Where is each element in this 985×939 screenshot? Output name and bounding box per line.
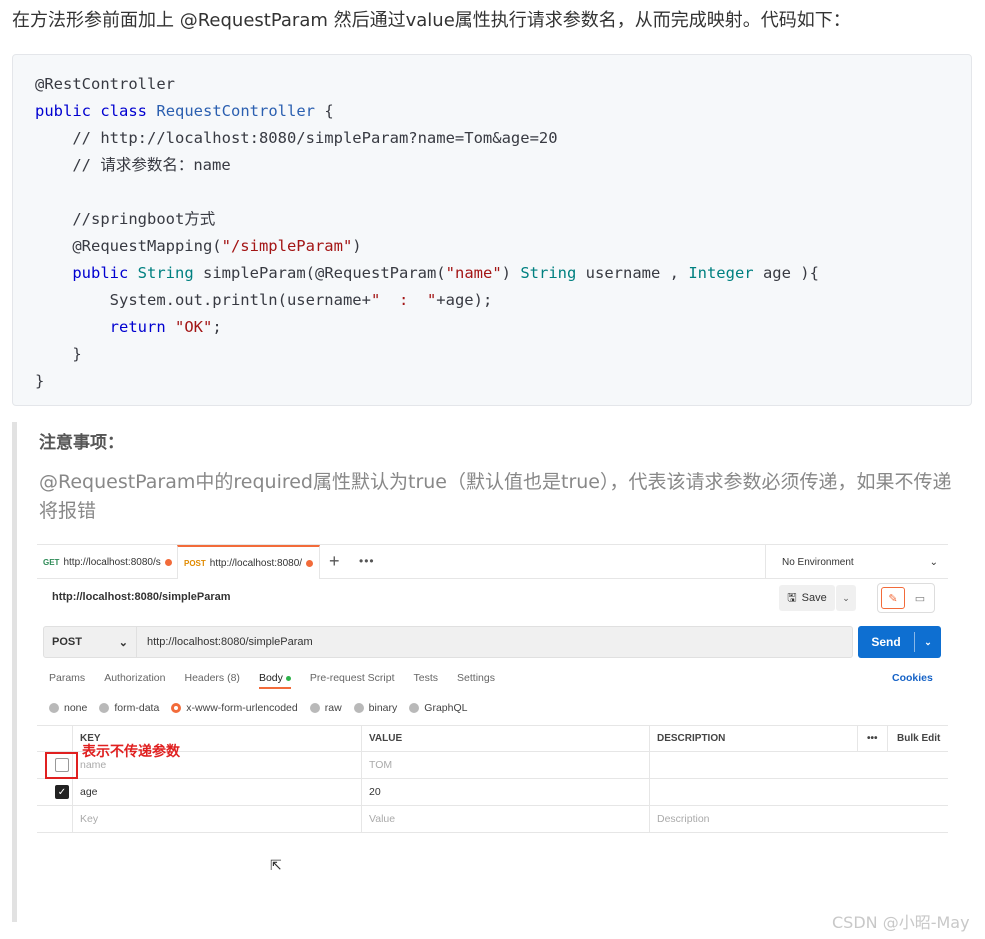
radio-circle-icon [409,703,420,713]
request-tab-bar: GET http://localhost:8080/s POST http://… [37,545,948,579]
new-description-input[interactable]: Description [649,806,710,832]
radio-raw[interactable]: raw [309,702,342,714]
column-description: DESCRIPTION [657,733,726,744]
code-line: @RequestMapping("/simpleParam") [35,237,362,255]
code-line: public String simpleParam(@RequestParam(… [72,264,819,282]
send-button[interactable]: Send ⌄ [858,626,941,658]
unsaved-dot-icon [164,558,172,566]
cookies-link[interactable]: Cookies [892,672,933,684]
request-title: http://localhost:8080/simpleParam [52,591,231,603]
method-select[interactable]: POST ⌄ [43,626,137,658]
chevron-down-icon: ⌄ [929,556,938,568]
bulk-edit-button[interactable]: Bulk Edit [889,726,940,751]
pencil-icon[interactable]: ✎ [881,587,905,609]
table-row: ✓ age 20 [37,779,948,806]
comment-icon[interactable]: ▭ [909,587,931,609]
radio-graphql[interactable]: GraphQL [409,702,467,714]
new-key-input[interactable]: Key [72,806,98,832]
url-input[interactable]: http://localhost:8080/simpleParam [137,626,853,658]
save-dropdown-chevron-icon[interactable]: ⌄ [836,585,856,611]
code-line: @RestController [35,75,175,93]
new-value-input[interactable]: Value [361,806,395,832]
column-value: VALUE [369,733,403,744]
chevron-down-icon: ⌄ [118,636,128,649]
tab-headers[interactable]: Headers (8) [184,672,239,684]
tab-more-icon[interactable]: ••• [359,554,375,568]
table-row-new: Key Value Description [37,806,948,833]
new-tab-plus-icon[interactable]: + [329,551,340,572]
column-more-icon[interactable]: ••• [859,726,878,751]
intro-text: 在方法形参前面加上 @RequestParam 然后通过value属性执行请求参… [12,10,851,31]
radio-circle-icon [49,703,59,713]
code-line: return "OK"; [35,318,222,336]
body-type-radios: none form-data x-www-form-urlencoded raw… [49,702,479,714]
highlight-box [45,752,78,779]
view-toggle: ✎ ▭ [877,583,935,613]
radio-none[interactable]: none [49,702,87,714]
code-comment: //springboot方式 [35,210,216,228]
save-button[interactable]: 🖫 Save [779,585,835,611]
tab-tests[interactable]: Tests [414,672,439,684]
tab-settings[interactable]: Settings [457,672,495,684]
note-title: 注意事项： [39,433,124,453]
code-line: } [35,345,82,363]
environment-select[interactable]: No Environment ⌄ [765,545,948,579]
request-subtabs: Params Authorization Headers (8) Body Pr… [49,672,514,689]
watermark: CSDN @小昭-May [832,913,970,932]
radio-circle-icon [309,703,320,713]
tab-body[interactable]: Body [258,672,291,689]
row-checkbox-checked[interactable]: ✓ [55,785,69,799]
request-tab-post[interactable]: POST http://localhost:8080/ [177,545,321,579]
code-comment: // 请求参数名：name [35,156,231,174]
radio-circle-icon [99,703,110,713]
code-line: System.out.println(username+" : "+age); [35,291,493,309]
row-value[interactable]: 20 [361,779,381,805]
radio-urlencoded[interactable]: x-www-form-urlencoded [171,702,298,714]
postman-screenshot: GET http://localhost:8080/s POST http://… [37,544,948,919]
tab-authorization[interactable]: Authorization [104,672,165,684]
radio-circle-icon [353,703,364,713]
code-line: } [35,372,45,390]
code-comment: // http://localhost:8080/simpleParam?nam… [35,129,558,147]
tab-params[interactable]: Params [49,672,85,684]
mouse-cursor-icon: ⇱ [270,857,282,873]
row-value[interactable]: TOM [361,752,392,778]
radio-binary[interactable]: binary [353,702,397,714]
row-key[interactable]: age [72,779,98,805]
note-text: @RequestParam中的required属性默认为true（默认值也是tr… [39,471,952,522]
radio-selected-icon [171,703,182,713]
save-icon: 🖫 [787,591,797,604]
radio-form-data[interactable]: form-data [99,702,159,714]
code-line: public class RequestController { [35,102,334,120]
active-dot-icon [285,675,291,681]
request-tab-get[interactable]: GET http://localhost:8080/s [37,545,178,579]
tab-pre-request-script[interactable]: Pre-request Script [310,672,395,684]
send-dropdown-chevron-icon[interactable]: ⌄ [915,637,941,648]
annotation-label: 表示不传递参数 [82,744,180,760]
unsaved-dot-icon [306,559,314,567]
code-block: @RestController public class RequestCont… [12,54,972,406]
